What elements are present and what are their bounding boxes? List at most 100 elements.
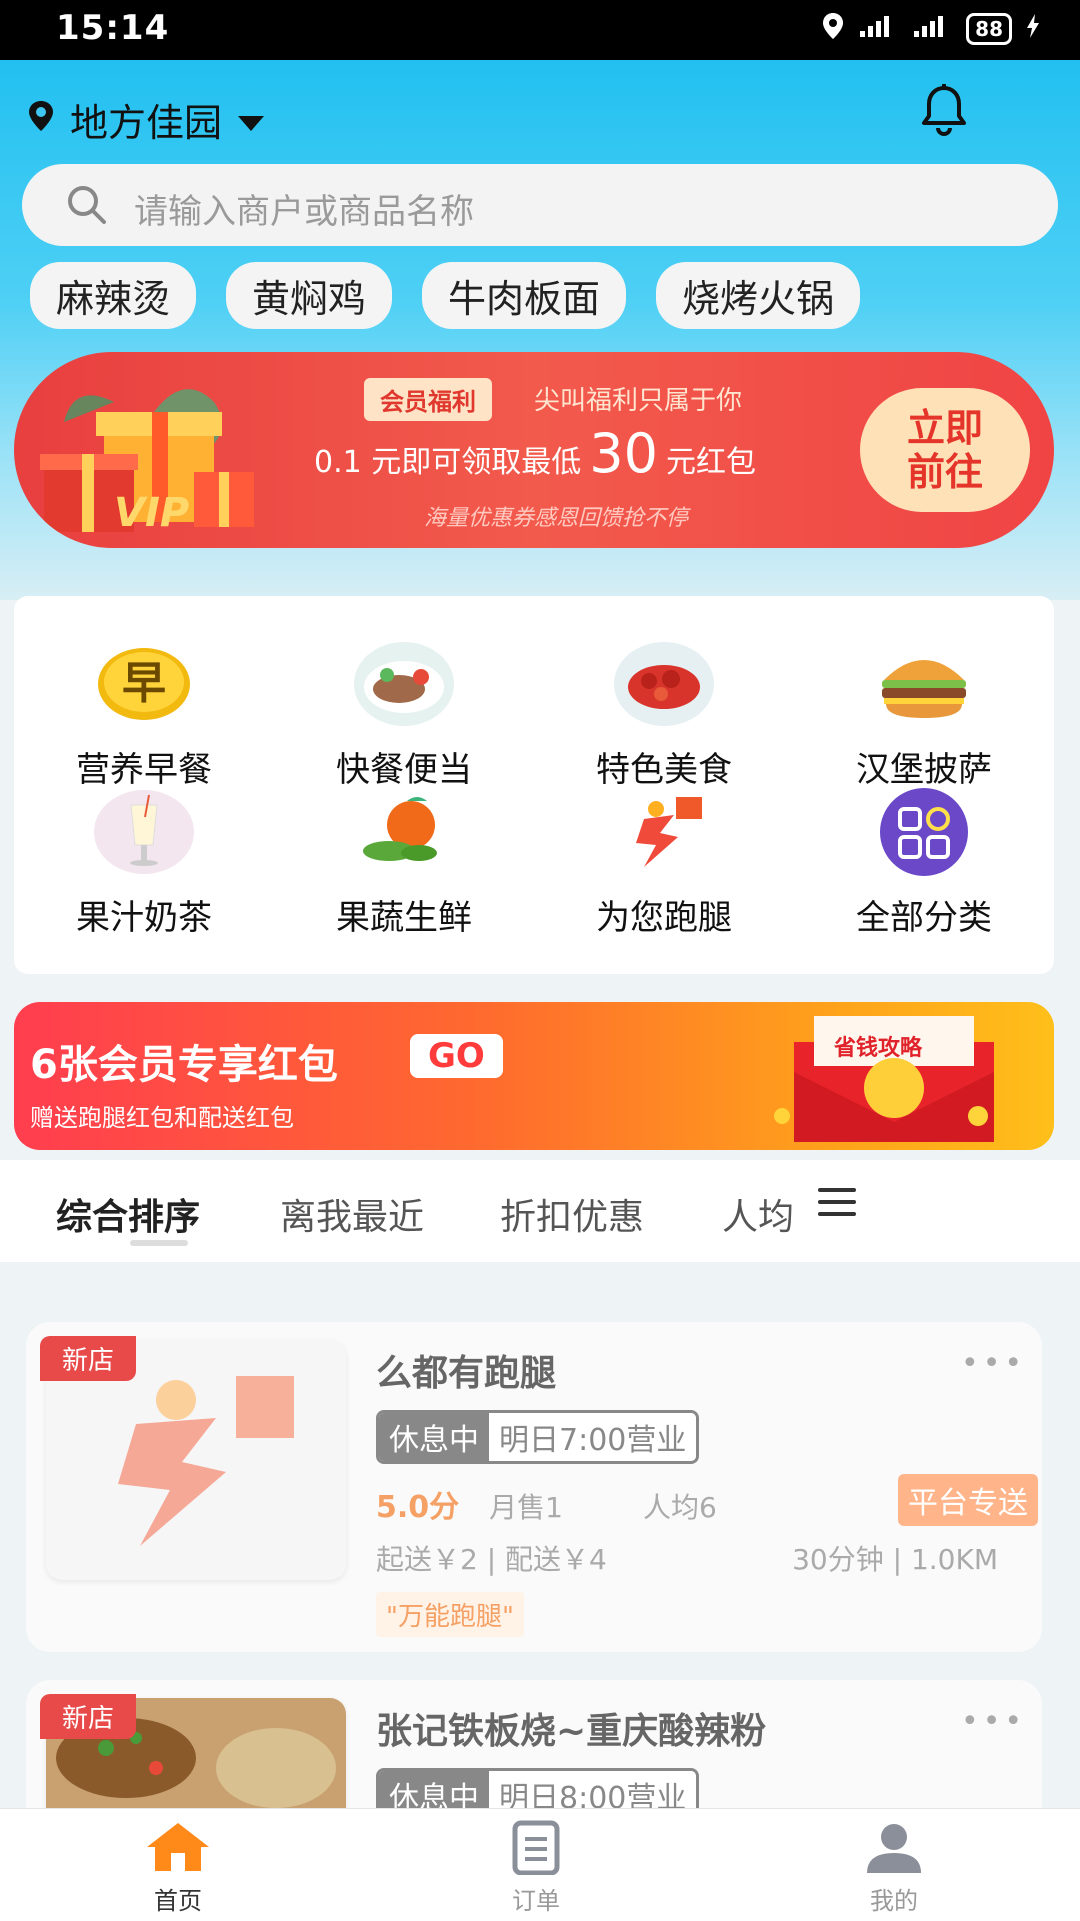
vip-banner[interactable]: VIP 会员福利 尖叫福利只属于你 0.1 元即可领取最低 30 元红包 海量优… <box>14 352 1054 548</box>
category-fruit[interactable]: 果蔬生鲜 <box>274 782 534 939</box>
new-shop-badge: 新店 <box>40 1694 137 1739</box>
burger-icon <box>864 634 984 734</box>
nav-orders[interactable]: 订单 <box>476 1819 596 1916</box>
location-status-icon <box>822 12 844 46</box>
vip-offer-text: 0.1 元即可领取最低 30 元红包 <box>314 422 756 485</box>
orders-icon <box>512 1820 560 1876</box>
status-icons: 88 <box>822 12 1040 46</box>
shop-fees: 起送￥2 | 配送￥4 <box>376 1543 607 1576</box>
promo-subtitle: 赠送跑腿红包和配送红包 <box>30 1104 294 1132</box>
search-bar[interactable]: 请输入商户或商品名称 <box>22 164 1058 246</box>
shop-status: 休息中 明日7:00营业 <box>376 1410 700 1464</box>
fastfood-icon <box>344 634 464 734</box>
shop-avg-price: 人均6 <box>642 1491 717 1524</box>
new-shop-badge: 新店 <box>40 1336 137 1381</box>
shop-name: 张记铁板烧~重庆酸辣粉 <box>376 1711 767 1752</box>
signal-icon <box>858 13 898 45</box>
nav-label: 我的 <box>870 1887 918 1915</box>
vip-go-line1: 立即 <box>906 406 983 450</box>
category-burger[interactable]: 汉堡披萨 <box>794 634 1054 791</box>
fruit-icon <box>344 782 464 882</box>
category-label: 为您跑腿 <box>596 898 732 938</box>
shop-eta-distance: 30分钟 | 1.0KM <box>792 1543 998 1576</box>
shop-status-label: 休息中 <box>379 1413 489 1461</box>
vip-offer-amount: 30 <box>589 422 658 485</box>
keyword-chip[interactable]: 牛肉板面 <box>422 262 627 329</box>
nav-home[interactable]: 首页 <box>118 1819 238 1916</box>
tab-comprehensive[interactable]: 综合排序 <box>56 1188 200 1240</box>
keyword-chip[interactable]: 黄焖鸡 <box>226 262 393 329</box>
keyword-chip[interactable]: 烧烤火锅 <box>656 262 861 329</box>
category-all[interactable]: 全部分类 <box>794 782 1054 939</box>
promo-banner[interactable]: 6张会员专享红包 GO 赠送跑腿红包和配送红包 省钱攻略 <box>14 1002 1054 1150</box>
category-label: 果汁奶茶 <box>76 898 212 938</box>
promo-title: 6张会员专享红包 <box>30 1042 338 1088</box>
category-label: 全部分类 <box>856 898 992 938</box>
vip-tagline: 尖叫福利只属于你 <box>534 386 743 416</box>
drink-icon <box>84 782 204 882</box>
sort-tabs: 综合排序 离我最近 折扣优惠 人均 <box>0 1160 1080 1262</box>
shop-name: 么都有跑腿 <box>376 1353 557 1394</box>
category-fastfood[interactable]: 快餐便当 <box>274 634 534 791</box>
tab-discount[interactable]: 折扣优惠 <box>500 1188 644 1240</box>
location-selector[interactable]: 地方佳园 <box>26 92 266 147</box>
caret-down-icon <box>236 98 266 142</box>
notification-bell-icon[interactable] <box>916 82 972 142</box>
breakfast-glyph: 早 <box>122 658 166 709</box>
category-grid: 早 营养早餐 快餐便当 特色美食 汉堡披萨 果汁奶茶 果蔬生鲜 为您跑腿 全部分… <box>14 596 1054 974</box>
breakfast-icon: 早 <box>84 634 204 734</box>
vip-subtext: 海量优惠券感恩回馈抢不停 <box>424 506 689 531</box>
nav-label: 订单 <box>512 1887 560 1915</box>
more-options-icon[interactable]: ••• <box>961 1346 1026 1381</box>
hot-keywords: 麻辣烫 黄焖鸡 牛肉板面 烧烤火锅 <box>30 262 861 329</box>
category-drinks[interactable]: 果汁奶茶 <box>14 782 274 939</box>
search-icon <box>64 182 108 230</box>
status-time: 15:14 <box>56 8 170 48</box>
shop-hours: 明日8:00营业 <box>489 1771 697 1808</box>
keyword-chip[interactable]: 麻辣烫 <box>30 262 197 329</box>
more-options-icon[interactable]: ••• <box>961 1704 1026 1739</box>
tab-nearest[interactable]: 离我最近 <box>280 1188 424 1240</box>
category-specialty[interactable]: 特色美食 <box>534 634 794 791</box>
status-bar: 15:14 88 <box>0 0 1080 60</box>
shop-score: 5.0分 <box>376 1490 460 1525</box>
gift-box-illustration: VIP <box>34 372 284 542</box>
promo-badge: 省钱攻略 <box>834 1036 923 1061</box>
charging-icon <box>1026 13 1040 45</box>
vip-go-line2: 前往 <box>906 450 983 494</box>
shop-status-label: 休息中 <box>379 1771 489 1808</box>
shop-card[interactable]: 新店 张记铁板烧~重庆酸辣粉 ••• 休息中 明日8:00营业 <box>26 1680 1042 1808</box>
red-envelope-illustration: 省钱攻略 <box>754 1012 1034 1148</box>
category-label: 果蔬生鲜 <box>336 898 472 938</box>
nav-label: 首页 <box>154 1887 202 1915</box>
vip-tag: 会员福利 <box>364 378 492 421</box>
vip-offer-prefix: 0.1 元即可领取最低 <box>314 445 582 480</box>
bottom-navigation: 首页 订单 我的 <box>0 1808 1080 1921</box>
active-tab-indicator <box>130 1240 188 1246</box>
specialty-icon <box>604 634 724 734</box>
signal-icon-2 <box>912 13 952 45</box>
category-breakfast[interactable]: 早 营养早餐 <box>14 634 274 791</box>
battery-indicator: 88 <box>966 13 1012 45</box>
shop-hours: 明日7:00营业 <box>489 1413 697 1461</box>
vip-offer-suffix: 元红包 <box>665 445 756 480</box>
menu-icon[interactable] <box>818 1186 858 1222</box>
shop-monthly-sales: 月售1 <box>489 1491 563 1524</box>
vip-label: VIP <box>114 490 190 536</box>
location-name: 地方佳园 <box>70 101 223 145</box>
vip-go-button[interactable]: 立即 前往 <box>860 388 1030 512</box>
tab-per-capita[interactable]: 人均 <box>722 1188 792 1240</box>
home-icon <box>147 1823 209 1871</box>
shop-status: 休息中 明日8:00营业 <box>376 1768 700 1808</box>
location-pin-icon <box>26 98 56 142</box>
promo-go-button[interactable]: GO <box>410 1034 503 1078</box>
category-errands[interactable]: 为您跑腿 <box>534 782 794 939</box>
shop-keyword-tag: "万能跑腿" <box>376 1592 524 1637</box>
shop-card[interactable]: 新店 么都有跑腿 ••• 休息中 明日7:00营业 5.0分 月售1 人均6 平… <box>26 1322 1042 1652</box>
shop-stats: 5.0分 月售1 人均6 <box>376 1482 717 1526</box>
delivery-badge: 平台专送 <box>898 1474 1038 1526</box>
profile-icon <box>867 1824 921 1873</box>
nav-profile[interactable]: 我的 <box>834 1819 954 1916</box>
search-placeholder: 请输入商户或商品名称 <box>134 192 474 232</box>
grid-icon <box>864 782 984 882</box>
